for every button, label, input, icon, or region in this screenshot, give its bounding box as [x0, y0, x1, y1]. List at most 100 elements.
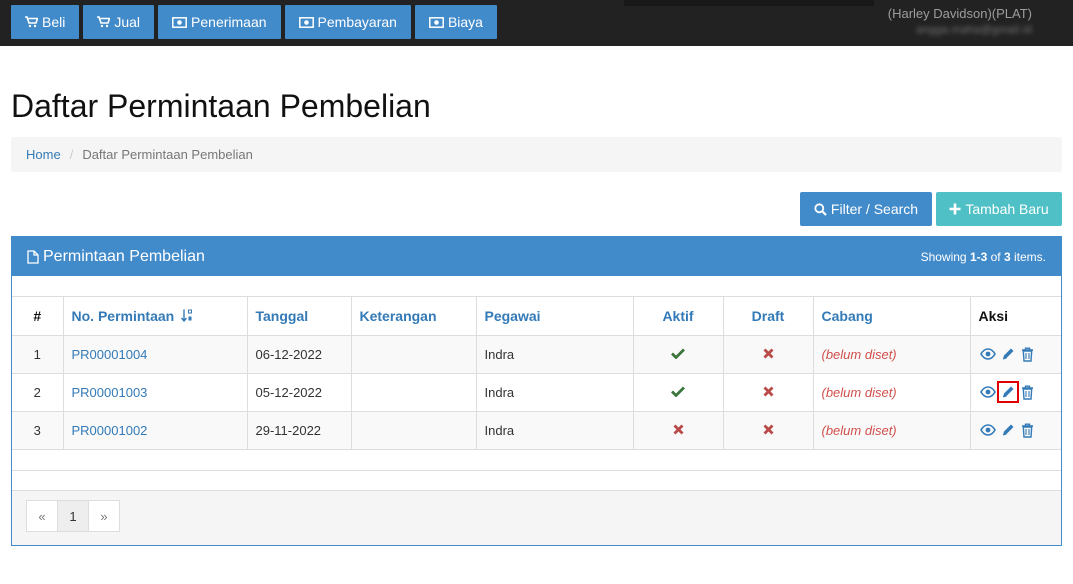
cell-no-permintaan: PR00001002: [62, 410, 248, 450]
cell-pegawai: Indra: [475, 334, 634, 374]
cell-aktif: [632, 410, 724, 450]
summary-range: 1-3: [969, 249, 988, 264]
money-icon: [428, 16, 444, 28]
cell-number: 3: [12, 410, 64, 450]
filter-search-label: Filter / Search: [830, 201, 919, 217]
summary-of: of: [987, 249, 1004, 264]
edit-pencil-icon[interactable]: [999, 345, 1017, 363]
cell-pegawai: Indra: [475, 410, 634, 450]
view-eye-icon[interactable]: [979, 345, 997, 363]
user-name: (Harley Davidson)(PLAT): [887, 6, 1032, 21]
search-icon: [814, 202, 827, 216]
edit-pencil-icon[interactable]: [999, 421, 1017, 439]
filter-search-button[interactable]: Filter / Search: [800, 192, 932, 226]
money-icon: [298, 16, 314, 28]
pagination-next-button[interactable]: »: [88, 500, 120, 532]
view-eye-icon[interactable]: [979, 421, 997, 439]
summary-total: 3: [1003, 249, 1011, 264]
cell-cabang: (belum diset): [812, 410, 971, 450]
nav-beli-label: Beli: [42, 14, 66, 30]
cell-draft: [722, 410, 814, 450]
cell-aktif: [632, 334, 724, 374]
nav-biaya-label: Biaya: [447, 14, 483, 30]
nav-penerimaan-label: Penerimaan: [191, 14, 267, 30]
pagination-prev-button[interactable]: «: [26, 500, 58, 532]
cell-tanggal: 29-11-2022: [246, 410, 352, 450]
cross-icon: [763, 424, 773, 434]
breadcrumb-current: Daftar Permintaan Pembelian: [82, 147, 253, 162]
col-header-no-permintaan-label: No. Permintaan: [71, 307, 175, 324]
file-icon: [27, 249, 39, 264]
col-header-tanggal[interactable]: Tanggal: [246, 297, 352, 336]
panel-title-text: Permintaan Pembelian: [43, 247, 205, 265]
delete-trash-icon[interactable]: [1019, 345, 1037, 363]
cell-aksi: [969, 372, 1061, 412]
breadcrumb: Home / Daftar Permintaan Pembelian: [11, 137, 1062, 172]
breadcrumb-home-link[interactable]: Home: [26, 147, 61, 162]
cell-tanggal: 05-12-2022: [246, 372, 352, 412]
cart-icon: [97, 16, 111, 28]
nav-biaya-button[interactable]: Biaya: [414, 5, 497, 39]
nav-penerimaan-button[interactable]: Penerimaan: [158, 5, 281, 39]
view-eye-icon[interactable]: [979, 383, 997, 401]
col-header-keterangan[interactable]: Keterangan: [350, 297, 477, 336]
cell-cabang: (belum diset): [812, 334, 971, 374]
cell-no-permintaan: PR00001003: [62, 372, 248, 412]
cell-pegawai: Indra: [475, 372, 634, 412]
col-header-aksi: Aksi: [969, 297, 1061, 336]
panel-title: Permintaan Pembelian: [27, 248, 205, 266]
delete-trash-icon[interactable]: [1019, 421, 1037, 439]
pagination: « 1 »: [26, 500, 120, 532]
requests-panel: Permintaan Pembelian Showing 1-3 of 3 it…: [11, 236, 1062, 546]
nav-jual-button[interactable]: Jual: [83, 5, 155, 39]
page-title: Daftar Permintaan Pembelian: [11, 88, 431, 124]
add-new-button[interactable]: Tambah Baru: [936, 192, 1062, 226]
summary-suffix: items.: [1010, 249, 1046, 264]
summary-prefix: Showing: [920, 249, 970, 264]
col-header-no-permintaan[interactable]: No. Permintaan: [62, 297, 248, 336]
nav-beli-button[interactable]: Beli: [11, 5, 80, 39]
cell-aksi: [969, 334, 1061, 374]
cross-icon: [763, 386, 773, 396]
request-link[interactable]: PR00001003: [72, 385, 148, 400]
panel-footer: « 1 »: [12, 490, 1061, 545]
cross-icon: [673, 424, 683, 434]
plus-icon: [949, 203, 961, 215]
panel-heading: Permintaan Pembelian Showing 1-3 of 3 it…: [12, 237, 1061, 276]
cell-cabang: (belum diset): [812, 372, 971, 412]
cross-icon: [763, 348, 773, 358]
edit-pencil-icon[interactable]: [996, 381, 1019, 403]
cell-keterangan: [350, 372, 477, 412]
items-summary: Showing 1-3 of 3 items.: [921, 250, 1046, 264]
cabang-unset-text: (belum diset): [821, 346, 897, 362]
delete-trash-icon[interactable]: [1019, 383, 1037, 401]
request-link[interactable]: PR00001004: [72, 347, 148, 362]
col-header-pegawai[interactable]: Pegawai: [475, 297, 634, 336]
pagination-page-1[interactable]: 1: [57, 500, 89, 532]
table-bottom-spacer: [12, 450, 1061, 471]
cell-number: 2: [12, 372, 64, 412]
cell-number: 1: [12, 334, 64, 374]
check-icon: [671, 386, 685, 397]
col-header-draft[interactable]: Draft: [722, 297, 814, 336]
cell-keterangan: [350, 334, 477, 374]
add-new-label: Tambah Baru: [965, 201, 1049, 217]
user-info[interactable]: (Harley Davidson)(PLAT) angga.maha@gmail…: [888, 5, 1032, 39]
check-icon: [671, 348, 685, 359]
col-header-aktif[interactable]: Aktif: [632, 297, 724, 336]
cabang-unset-text: (belum diset): [821, 422, 897, 438]
cell-tanggal: 06-12-2022: [246, 334, 352, 374]
nav-jual-label: Jual: [114, 14, 141, 30]
request-link[interactable]: PR00001002: [72, 423, 148, 438]
breadcrumb-separator: /: [69, 147, 74, 162]
cell-no-permintaan: PR00001004: [62, 334, 248, 374]
cell-keterangan: [350, 410, 477, 450]
requests-table: # No. Permintaan Tanggal Keterangan Pega…: [12, 297, 1061, 450]
money-icon: [172, 16, 187, 28]
sort-asc-icon: [181, 309, 193, 322]
table-row: 2 PR00001003 05-12-2022 Indra (belum dis…: [12, 372, 1061, 412]
nav-pembayaran-button[interactable]: Pembayaran: [284, 5, 411, 39]
col-header-number: #: [12, 297, 64, 336]
col-header-cabang[interactable]: Cabang: [812, 297, 971, 336]
cell-draft: [722, 334, 814, 374]
